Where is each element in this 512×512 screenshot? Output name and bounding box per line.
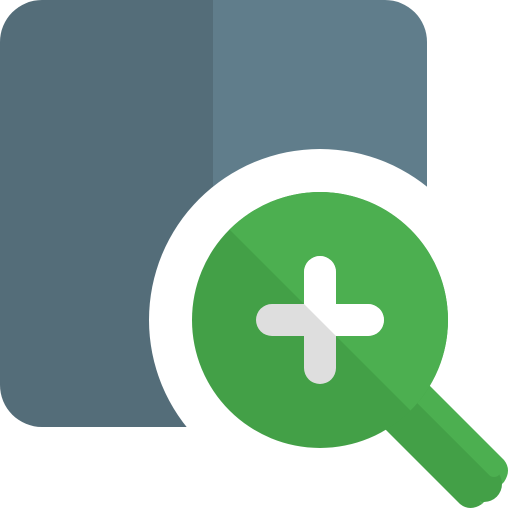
zoom-in-icon xyxy=(0,0,508,508)
